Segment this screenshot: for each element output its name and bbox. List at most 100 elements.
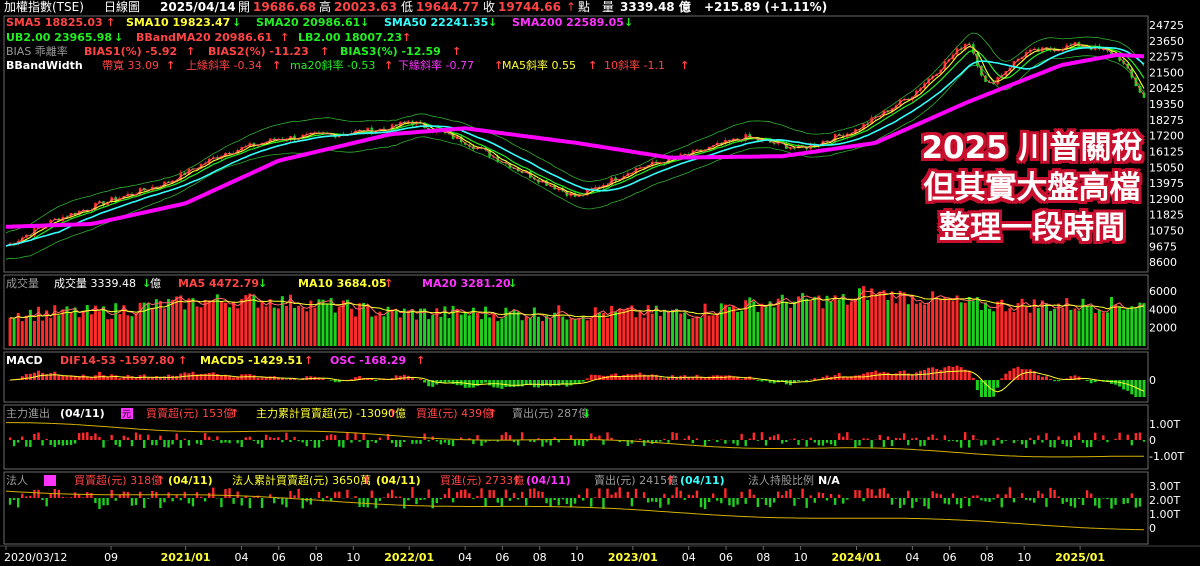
main-force-bar xyxy=(49,440,52,446)
inst-bar xyxy=(220,498,223,508)
osc-bar xyxy=(760,380,764,382)
osc-bar xyxy=(918,370,922,380)
main-force-bar xyxy=(480,440,483,446)
main-force-bar xyxy=(606,432,609,440)
legend-mf-buysell: 買賣超(元) 153億 xyxy=(146,406,234,420)
inst-bar xyxy=(525,498,528,506)
inst-bar xyxy=(399,496,402,498)
main-force-bar xyxy=(752,432,756,440)
main-force-bar xyxy=(12,440,16,447)
main-force-bar xyxy=(476,435,479,440)
osc-bar xyxy=(727,375,731,380)
osc-bar xyxy=(532,380,536,388)
volume-bar xyxy=(792,301,796,346)
volume-bar xyxy=(61,309,65,346)
osc-bar xyxy=(97,371,101,380)
up-arrow-icon: ↑ xyxy=(230,407,239,420)
main-force-bar xyxy=(25,440,28,447)
volume-bar xyxy=(679,313,683,346)
volume-bar xyxy=(24,315,28,346)
x-tick-label: 09 xyxy=(104,551,118,564)
main-force-bar xyxy=(549,440,552,446)
osc-bar xyxy=(634,374,638,380)
legend-bbma: BBandMA20 20986.61 xyxy=(136,31,272,44)
legend-sma200: SMA200 22589.05 xyxy=(512,16,624,29)
osc-bar xyxy=(845,377,849,380)
volume-bar xyxy=(410,309,414,346)
inst-tick-label: 3.00T xyxy=(1149,480,1180,493)
inst-bar xyxy=(618,487,621,498)
main-force-tick-label: 0 xyxy=(1149,434,1156,447)
volume-bar xyxy=(256,307,260,346)
inst-bar xyxy=(73,492,77,498)
main-force-bar xyxy=(1041,440,1044,443)
volume-bar xyxy=(703,303,707,346)
inst-bar xyxy=(626,491,630,498)
inst-bar xyxy=(171,498,174,502)
inst-bar xyxy=(273,498,276,504)
x-tick-label: 04 xyxy=(905,551,919,564)
main-force-bar xyxy=(520,432,524,440)
main-force-bar xyxy=(777,434,780,440)
inst-bar xyxy=(533,488,536,498)
main-force-bar xyxy=(1065,440,1068,447)
volume-bar xyxy=(313,307,317,346)
main-force-bar xyxy=(996,437,999,440)
volume-bar xyxy=(374,315,378,346)
inst-bar xyxy=(736,498,739,505)
main-force-bar xyxy=(756,440,760,441)
main-force-bar xyxy=(378,437,382,440)
inst-bar xyxy=(659,498,662,508)
volume-bar xyxy=(776,298,780,346)
volume-bar xyxy=(1073,308,1077,346)
legend-vol: 成交量 3339.48 xyxy=(54,276,136,290)
price-tick-label: 18275 xyxy=(1149,114,1184,127)
volume-bar xyxy=(756,311,760,346)
inst-bar xyxy=(504,489,508,498)
main-force-bar xyxy=(301,440,304,443)
inst-bar xyxy=(634,488,638,498)
inst-bar xyxy=(667,498,670,505)
volume-bar xyxy=(427,319,431,346)
legend-bw: 帶寬 33.09 xyxy=(102,58,159,72)
osc-bar xyxy=(1016,366,1020,380)
osc-bar xyxy=(451,380,455,384)
inst-bar xyxy=(248,498,252,509)
x-tick-label: 2022/01 xyxy=(384,551,434,564)
main-force-bar xyxy=(951,440,955,441)
inst-bar xyxy=(817,492,821,498)
volume-bar xyxy=(398,317,402,346)
osc-bar xyxy=(703,378,707,380)
main-force-bar xyxy=(931,434,934,440)
osc-bar xyxy=(53,371,57,380)
legend-ub: UB2.00 23965.98 xyxy=(6,31,112,44)
inst-bar xyxy=(1065,498,1068,503)
main-force-bar xyxy=(82,432,85,440)
down-arrow-icon: ↓ xyxy=(488,16,497,29)
volume-bar xyxy=(349,308,353,346)
inst-bar xyxy=(419,498,422,501)
down-arrow-icon: ↓ xyxy=(624,16,633,29)
main-force-bar xyxy=(179,440,182,448)
inst-bar xyxy=(37,489,40,498)
volume-bar xyxy=(638,310,642,346)
volume-bar xyxy=(1097,309,1101,346)
osc-bar xyxy=(809,379,813,380)
inst-bar xyxy=(297,488,300,498)
inst-bar xyxy=(175,494,178,498)
inst-bar xyxy=(309,498,313,505)
main-force-bar xyxy=(45,438,48,440)
volume-bar xyxy=(337,306,341,346)
volume-bar xyxy=(650,313,654,346)
main-force-bar xyxy=(427,440,430,442)
osc-bar xyxy=(585,378,589,380)
volume-bar xyxy=(370,316,374,346)
volume-bar xyxy=(849,301,853,346)
main-force-bar xyxy=(297,440,300,442)
main-force-bar xyxy=(1029,437,1032,440)
macd-legend: MACD DIF14-53 -1597.80 ↑ MACD5 -1429.51 … xyxy=(6,354,425,367)
main-force-bar xyxy=(577,440,581,446)
main-force-bar xyxy=(911,438,914,440)
volume-bar xyxy=(228,307,232,346)
osc-bar xyxy=(959,367,963,380)
